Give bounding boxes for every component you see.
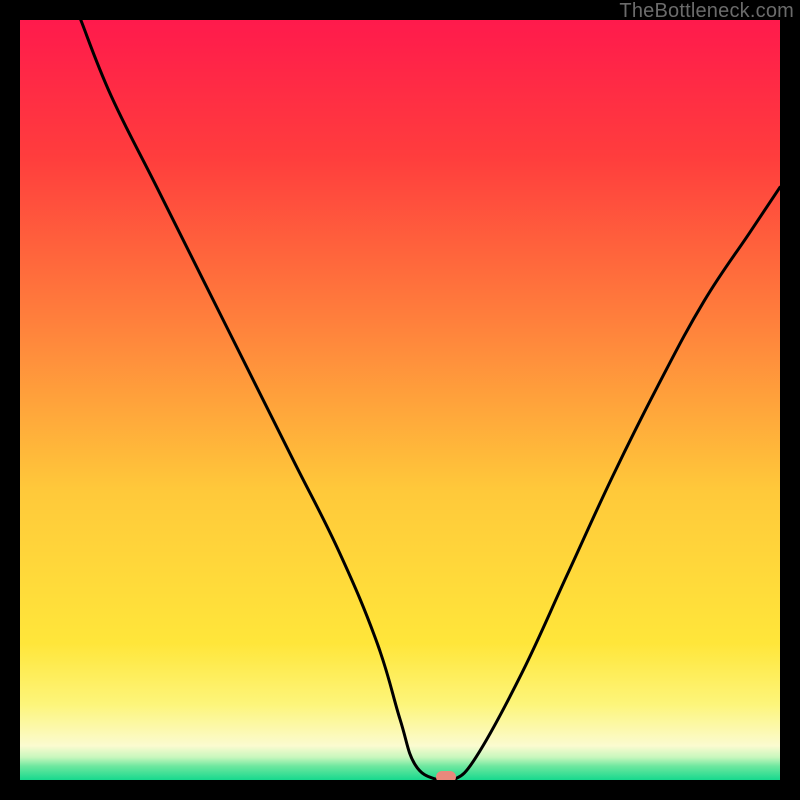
chart-frame: TheBottleneck.com	[0, 0, 800, 800]
plot-area	[20, 20, 780, 780]
watermark-text: TheBottleneck.com	[619, 0, 794, 23]
optimal-point-marker	[436, 771, 456, 780]
bottleneck-curve	[20, 20, 780, 780]
